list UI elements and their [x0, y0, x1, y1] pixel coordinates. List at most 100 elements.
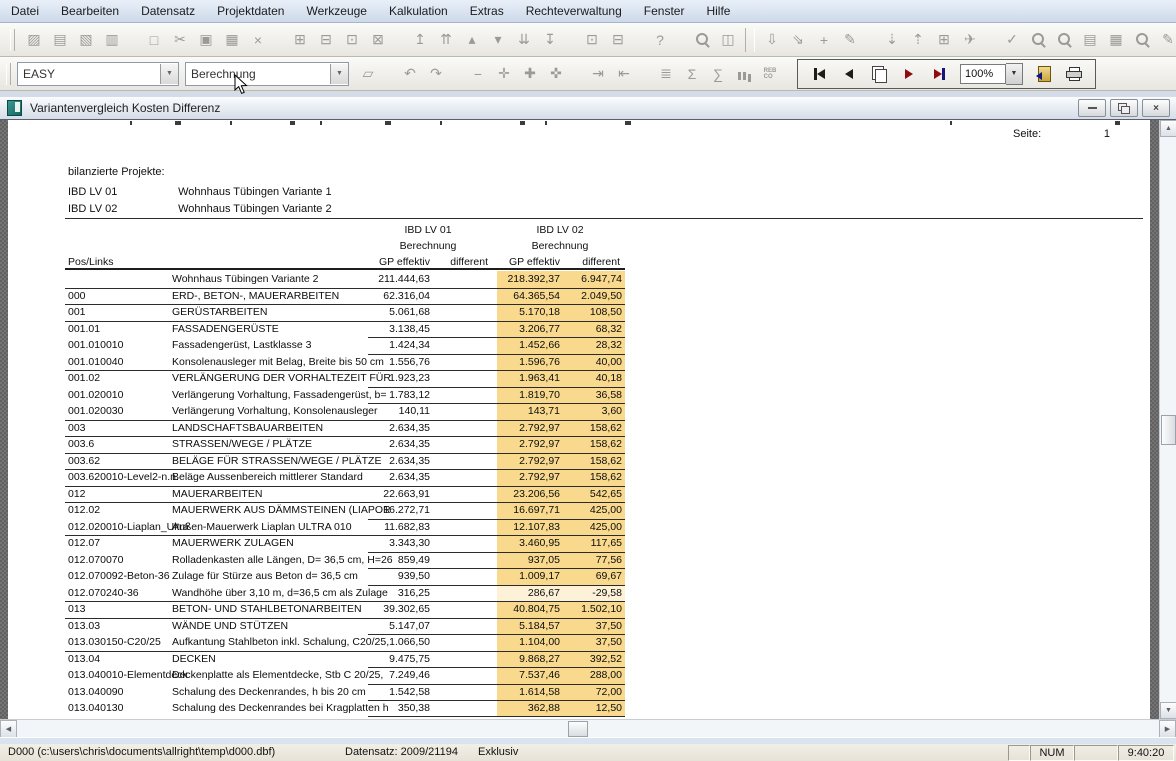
row-gp2-value: 218.392,37: [420, 271, 560, 288]
close-view-button[interactable]: [1029, 62, 1059, 86]
move-down-fast-icon[interactable]: ⇊: [511, 29, 537, 51]
print-button[interactable]: [1059, 62, 1089, 86]
menu-projektdaten[interactable]: Projektdaten: [206, 0, 295, 22]
first-record-button[interactable]: [804, 62, 834, 86]
next-record-button[interactable]: [894, 62, 924, 86]
modules-icon[interactable]: ⊞: [931, 29, 957, 51]
row-diff-value: 158,62: [542, 420, 622, 437]
view-image-icon[interactable]: ▧: [73, 29, 99, 51]
link-down-icon[interactable]: ⇣: [879, 29, 905, 51]
takeover-edit-icon[interactable]: ⇘: [785, 29, 811, 51]
indent-icon[interactable]: ⇥: [585, 63, 611, 85]
menu-datei[interactable]: Datei: [0, 0, 50, 22]
catalog-icon[interactable]: ▤: [1077, 29, 1103, 51]
copy-icon[interactable]: ▣: [193, 29, 219, 51]
zoom-select[interactable]: 100% ▼: [960, 63, 1023, 85]
chevron-down-icon[interactable]: ▼: [330, 64, 348, 84]
previous-record-button[interactable]: [834, 62, 864, 86]
record-edit-icon[interactable]: ✎: [837, 29, 863, 51]
menu-kalkulation[interactable]: Kalkulation: [378, 0, 459, 22]
cut-icon[interactable]: ✂: [167, 29, 193, 51]
chevron-down-icon[interactable]: ▼: [160, 64, 178, 84]
list-icon[interactable]: ≣: [653, 63, 679, 85]
vertical-scroll-thumb[interactable]: [1161, 415, 1176, 445]
search-global-icon[interactable]: [1051, 29, 1077, 51]
profile-combobox[interactable]: EASY ▼: [17, 62, 179, 86]
help-icon[interactable]: ?: [647, 29, 673, 51]
new-icon[interactable]: □: [141, 29, 167, 51]
column2-project: IBD LV 02: [502, 224, 618, 236]
status-record: Datensatz: 2009/21194: [345, 745, 458, 759]
reb-icon[interactable]: REB CO: [757, 63, 783, 85]
vertical-scrollbar[interactable]: ▲ ▼: [1159, 120, 1176, 719]
move-up-icon[interactable]: ▴: [459, 29, 485, 51]
copy-pages-button[interactable]: [864, 62, 894, 86]
check-icon[interactable]: ✓: [999, 29, 1025, 51]
minimize-button[interactable]: [1078, 99, 1106, 117]
scroll-right-arrow[interactable]: ▶: [1159, 720, 1176, 738]
position-add-special-icon[interactable]: ✜: [543, 63, 569, 85]
print-icon[interactable]: ⊟: [605, 29, 631, 51]
tree-edit-icon[interactable]: ⊡: [339, 29, 365, 51]
user-edit-icon[interactable]: ✎: [1155, 29, 1176, 51]
delete-icon[interactable]: ×: [245, 29, 271, 51]
print-preview-icon[interactable]: ⊡: [579, 29, 605, 51]
view-data-icon[interactable]: ▥: [99, 29, 125, 51]
toolbar-drag-handle-2[interactable]: [6, 63, 11, 85]
redo-icon[interactable]: ↷: [423, 63, 449, 85]
move-top-icon[interactable]: ↥: [407, 29, 433, 51]
search-record-icon[interactable]: [1129, 29, 1155, 51]
sum-icon[interactable]: ∑: [705, 63, 731, 85]
sum-partial-icon[interactable]: Σ: [679, 63, 705, 85]
row-gp1-value: 3.138,45: [280, 321, 430, 338]
table-icon[interactable]: ▦: [1103, 29, 1129, 51]
scroll-left-arrow[interactable]: ◀: [0, 720, 17, 738]
undo-icon[interactable]: ↶: [397, 63, 423, 85]
move-down-icon[interactable]: ▾: [485, 29, 511, 51]
outdent-icon[interactable]: ⇤: [611, 63, 637, 85]
menu-hilfe[interactable]: Hilfe: [695, 0, 741, 22]
row-pos: 001.020010: [68, 387, 123, 404]
document-titlebar[interactable]: Variantenvergleich Kosten Differenz ×: [0, 97, 1176, 120]
link-up-icon[interactable]: ⇡: [905, 29, 931, 51]
move-bottom-icon[interactable]: ↧: [537, 29, 563, 51]
horizontal-scroll-thumb[interactable]: [568, 721, 588, 737]
toolbar-main-icons: ▨▤▧▥□✂▣▦×⊞⊟⊡⊠↥⇈▴▾⇊↧⊡⊟?◫⇩⇘+✎⇣⇡⊞✈✓▤▦✎: [21, 28, 1176, 52]
takeover-icon[interactable]: ⇩: [759, 29, 785, 51]
scroll-down-arrow[interactable]: ▼: [1160, 702, 1176, 719]
menu-datensatz[interactable]: Datensatz: [130, 0, 206, 22]
last-record-button[interactable]: [924, 62, 954, 86]
tree-list-icon[interactable]: ⊠: [365, 29, 391, 51]
menu-werkzeuge[interactable]: Werkzeuge: [295, 0, 377, 22]
restore-button[interactable]: [1110, 99, 1138, 117]
menu-fenster[interactable]: Fenster: [633, 0, 696, 22]
record-new-icon[interactable]: +: [811, 29, 837, 51]
search-project-icon[interactable]: [1025, 29, 1051, 51]
run-icon[interactable]: ✈: [957, 29, 983, 51]
scroll-up-arrow[interactable]: ▲: [1160, 120, 1176, 137]
view-report-icon[interactable]: ▨: [21, 29, 47, 51]
position-remove-icon[interactable]: −: [465, 63, 491, 85]
exit-door-icon: [1038, 66, 1051, 82]
menu-extras[interactable]: Extras: [459, 0, 515, 22]
position-add-icon[interactable]: ✚: [517, 63, 543, 85]
chevron-down-icon[interactable]: ▼: [1006, 63, 1023, 85]
row-gp1-value: 2.634,35: [280, 420, 430, 437]
open-icon[interactable]: ▱: [355, 63, 381, 85]
position-insert-icon[interactable]: ✛: [491, 63, 517, 85]
mode-combobox[interactable]: Berechnung ▼: [185, 62, 349, 86]
layout-columns-icon[interactable]: ◫: [715, 29, 741, 51]
search-web-icon[interactable]: [689, 29, 715, 51]
toolbar-drag-handle[interactable]: [10, 29, 15, 51]
row-gp2-value: 23.206,56: [420, 486, 560, 503]
chart-icon[interactable]: [731, 63, 757, 85]
move-up-fast-icon[interactable]: ⇈: [433, 29, 459, 51]
tree-insert-icon[interactable]: ⊞: [287, 29, 313, 51]
view-form-icon[interactable]: ▤: [47, 29, 73, 51]
menu-bearbeiten[interactable]: Bearbeiten: [50, 0, 130, 22]
paste-icon[interactable]: ▦: [219, 29, 245, 51]
close-button[interactable]: ×: [1142, 99, 1170, 117]
horizontal-scrollbar[interactable]: ◀ ▶: [0, 719, 1176, 738]
menu-rechteverwaltung[interactable]: Rechteverwaltung: [515, 0, 633, 22]
tree-insert-sub-icon[interactable]: ⊟: [313, 29, 339, 51]
